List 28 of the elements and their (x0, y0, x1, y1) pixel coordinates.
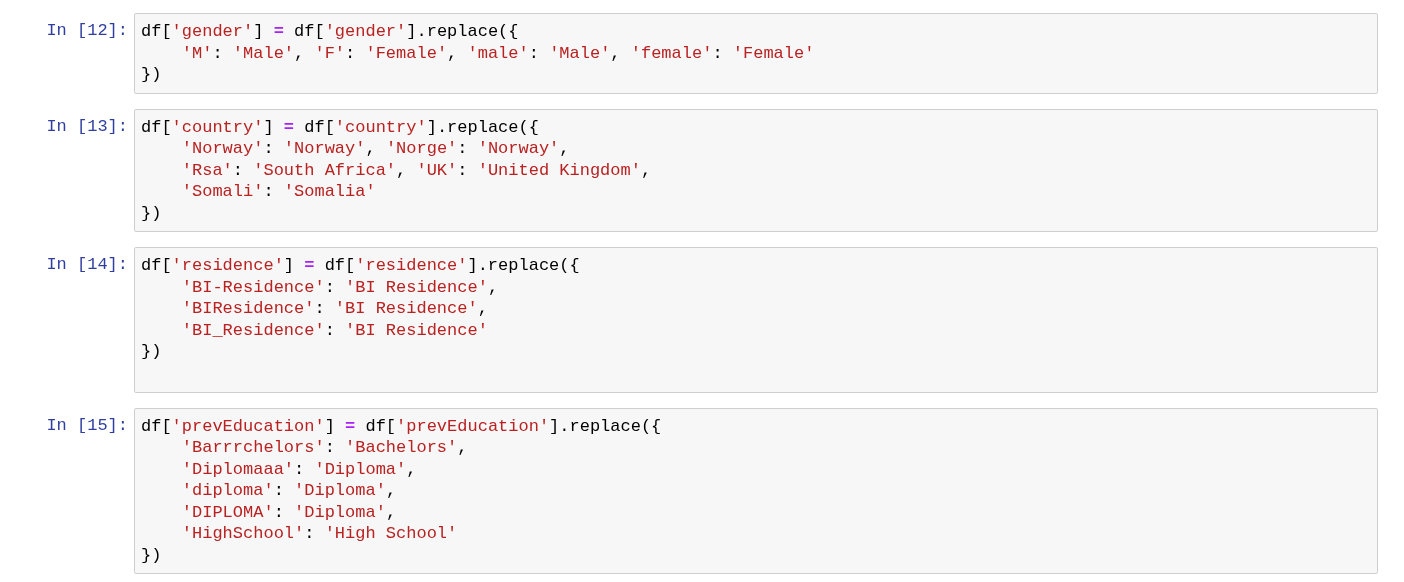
code-line: 'DIPLOMA': 'Diploma', (180, 501, 398, 523)
input-prompt: In [12]: (45, 20, 129, 42)
code-line: 'BIResidence': 'BI Residence', (180, 298, 489, 320)
code-line: 'HighSchool': 'High School' (180, 523, 459, 545)
code-line: }) (141, 341, 163, 363)
code-line: df['gender'] = df['gender'].replace({ (141, 21, 520, 43)
code-line: 'Diplomaaa': 'Diploma', (180, 458, 418, 480)
code-line: 'diploma': 'Diploma', (180, 480, 398, 502)
code-line: }) (141, 202, 163, 224)
code-line: 'M': 'Male', 'F': 'Female', 'male': 'Male', 'female': 'Female' (180, 42, 816, 64)
code-line: 'Norway': 'Norway', 'Norge': 'Norway', (180, 138, 571, 160)
code-cell[interactable]: df['country'] = df['country'].replace({ 'Norway': 'Norway', 'Norge': 'Norway', 'Rsa': 'South Africa', 'UK': 'United Kingdom', 'Somali': 'Somalia' }) (134, 108, 1378, 232)
code-line: 'BI_Residence': 'BI Residence' (180, 319, 489, 341)
code-line: df['residence'] = df['residence'].replace({ (141, 255, 581, 277)
input-prompt: In [13]: (45, 115, 129, 137)
code-line: 'Rsa': 'South Africa', 'UK': 'United Kingdom', (180, 159, 653, 181)
code-line: 'BI-Residence': 'BI Residence', (180, 276, 500, 298)
code-line: }) (141, 64, 163, 86)
code-cell[interactable]: df['gender'] = df['gender'].replace({ 'M': 'Male', 'F': 'Female', 'male': 'Male', 'female': 'Female' }) (134, 13, 1378, 94)
input-prompt: In [14]: (45, 254, 129, 276)
code-cell[interactable]: df['prevEducation'] = df['prevEducation'].replace({ 'Barrrchelors': 'Bachelors', 'Diplomaaa': 'Diploma', 'diploma': 'Diploma', 'DIPLOMA': 'Diploma', 'HighSchool': 'High School' }) (134, 407, 1378, 574)
code-line: 'Somali': 'Somalia' (180, 181, 377, 203)
code-line: 'Barrrchelors': 'Bachelors', (180, 437, 469, 459)
code-line: }) (141, 544, 163, 566)
code-line: df['prevEducation'] = df['prevEducation'].replace({ (141, 415, 663, 437)
code-cell[interactable]: df['residence'] = df['residence'].replace({ 'BI-Residence': 'BI Residence', 'BIResidence': 'BI Residence', 'BI_Residence': 'BI Residence' }) (134, 247, 1378, 393)
code-line: df['country'] = df['country'].replace({ (141, 116, 540, 138)
input-prompt: In [15]: (45, 414, 129, 436)
